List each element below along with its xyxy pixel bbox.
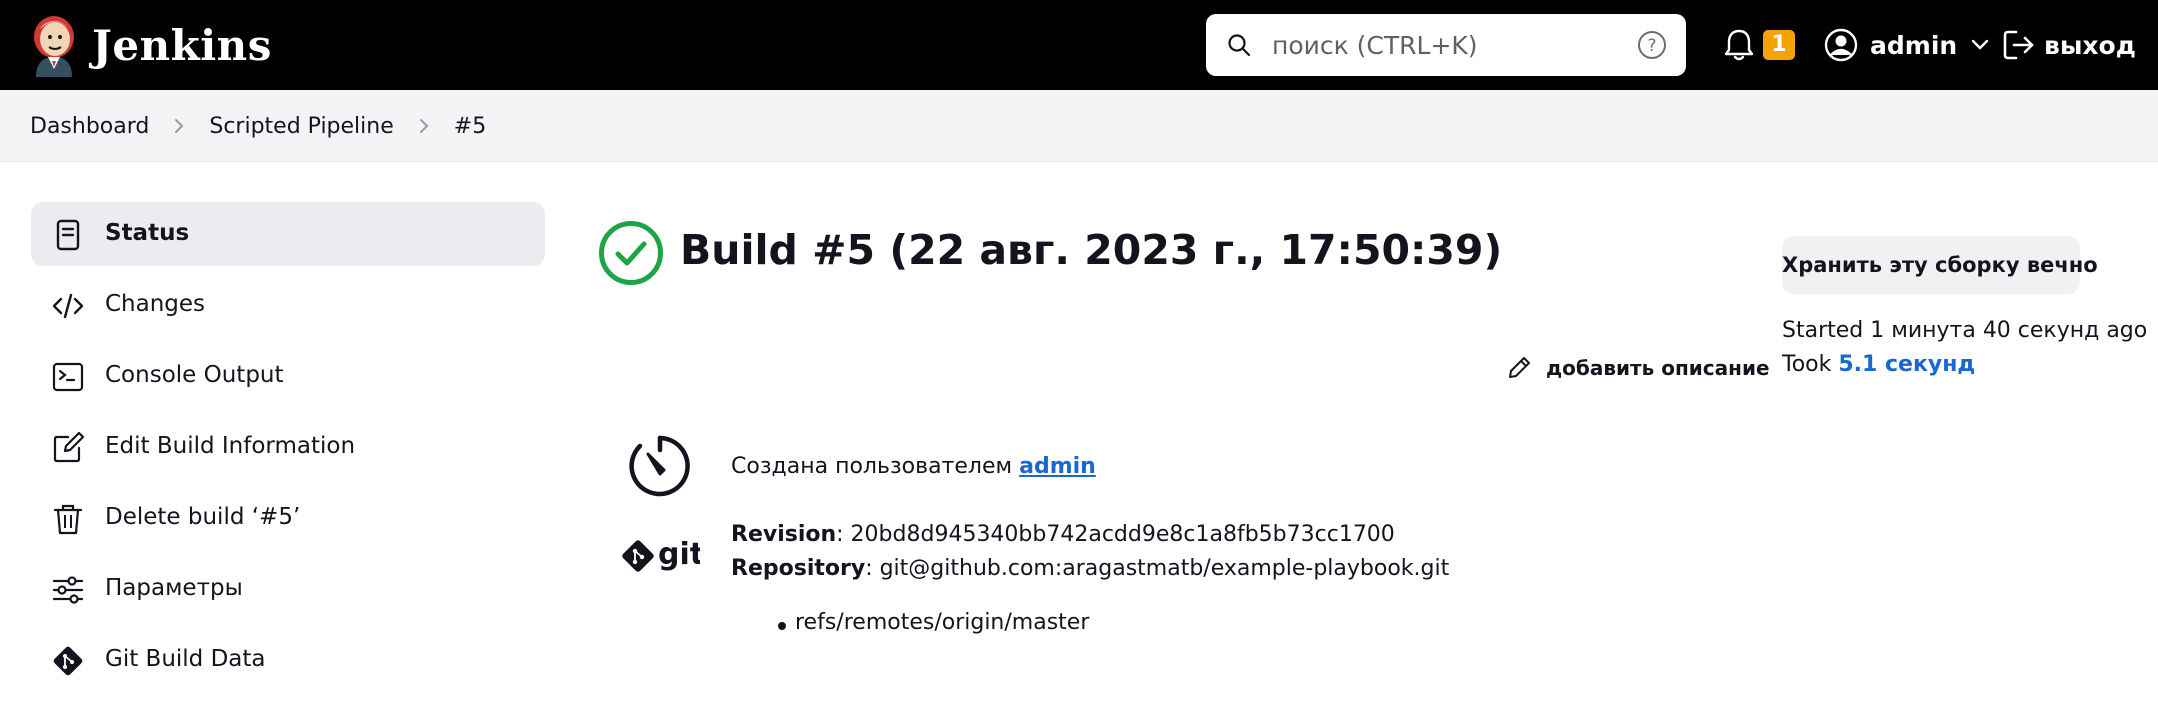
logout-icon <box>2003 30 2034 60</box>
revision-value: : 20bd8d945340bb742acdd9e8c1a8fb5b73cc17… <box>836 522 1395 547</box>
logout-button[interactable]: выход <box>2002 26 2136 64</box>
keep-forever-button[interactable]: Хранить эту сборку вечно <box>1782 236 2098 294</box>
sidebar-item-parameters[interactable]: Параметры <box>31 557 545 621</box>
logout-label: выход <box>2044 30 2136 60</box>
code-icon <box>52 293 84 319</box>
repository-value: : git@github.com:aragastmatb/example-pla… <box>865 556 1450 581</box>
help-icon[interactable]: ? <box>1636 29 1668 61</box>
build-duration-link[interactable]: 5.1 секунд <box>1838 352 1975 377</box>
sidebar-item-label: Changes <box>105 291 206 317</box>
trash-icon <box>53 504 83 535</box>
git-logo-icon: git <box>622 537 700 572</box>
sidebar-item-edit-build-information[interactable]: Edit Build Information <box>31 415 545 479</box>
chevron-right-icon <box>419 119 429 133</box>
sidebar-item-label: Параметры <box>105 575 243 601</box>
sidebar-item-git-build-data[interactable]: Git Build Data <box>31 628 545 692</box>
pencil-icon <box>1509 357 1530 378</box>
created-by-user-link[interactable]: admin <box>1019 454 1096 479</box>
breadcrumb-build-5[interactable]: #5 <box>454 114 486 139</box>
sidebar-item-label: Delete build ‘#5’ <box>105 504 301 530</box>
list-item: refs/remotes/origin/master <box>795 610 1090 635</box>
edit-icon <box>53 431 85 463</box>
sidebar-item-label: Edit Build Information <box>105 433 356 459</box>
breadcrumb: Dashboard Scripted Pipeline #5 <box>30 90 486 162</box>
breadcrumb-scripted-pipeline[interactable]: Scripted Pipeline <box>209 114 393 139</box>
notifications-bell-icon[interactable] <box>1722 27 1756 63</box>
created-by-prefix: Создана пользователем <box>731 454 1020 479</box>
timer-icon <box>629 435 690 497</box>
sidebar-item-delete-build[interactable]: Delete build ‘#5’ <box>31 486 545 550</box>
sidebar-item-label: Status <box>105 220 190 246</box>
terminal-icon <box>52 362 84 392</box>
jenkins-home-link[interactable]: Jenkins <box>28 12 272 78</box>
search-box[interactable]: ? <box>1206 14 1686 76</box>
top-header: Jenkins ? 1 admin вых <box>0 0 2158 90</box>
success-check-icon <box>599 221 663 285</box>
build-duration: Took 5.1 секунд <box>1782 352 1975 377</box>
repository-row: Repository: git@github.com:aragastmatb/e… <box>731 556 1449 581</box>
revision-row: Revision: 20bd8d945340bb742acdd9e8c1a8fb… <box>731 522 1395 547</box>
brand-name: Jenkins <box>92 20 272 70</box>
chevron-down-icon <box>1971 39 1989 50</box>
created-by-text: Создана пользователем admin <box>731 454 1096 479</box>
add-description-label: добавить описание <box>1546 356 1770 380</box>
revision-label: Revision <box>731 522 837 547</box>
document-icon <box>56 219 80 251</box>
sidebar-item-label: Console Output <box>105 362 284 388</box>
took-prefix: Took <box>1782 352 1839 377</box>
chevron-right-icon <box>175 119 184 133</box>
search-icon <box>1228 34 1251 57</box>
repository-label: Repository <box>731 556 866 581</box>
build-started-time: Started 1 минута 40 секунд ago <box>1782 318 2148 343</box>
breadcrumb-dashboard[interactable]: Dashboard <box>30 114 149 139</box>
sliders-icon <box>52 576 84 604</box>
svg-text:?: ? <box>1647 36 1656 56</box>
page-title: Build #5 (22 авг. 2023 г., 17:50:39) <box>680 226 1503 274</box>
add-description-button[interactable]: добавить описание <box>1506 352 1770 384</box>
user-menu[interactable]: admin <box>1824 26 1989 64</box>
user-name: admin <box>1870 30 1958 60</box>
breadcrumb-bar: Dashboard Scripted Pipeline #5 <box>0 90 2158 162</box>
user-avatar-icon <box>1824 28 1858 62</box>
sidebar-item-label: Git Build Data <box>105 646 266 672</box>
sidebar-item-changes[interactable]: Changes <box>31 273 545 337</box>
sidebar-item-status[interactable]: Status <box>31 202 545 266</box>
sidebar-item-console-output[interactable]: Console Output <box>31 344 545 408</box>
notification-count-badge[interactable]: 1 <box>1763 30 1795 60</box>
search-input[interactable] <box>1272 24 1612 66</box>
svg-text:git: git <box>658 537 700 572</box>
git-icon <box>53 646 83 676</box>
list-bullet <box>778 622 786 630</box>
jenkins-logo-icon <box>34 16 74 77</box>
